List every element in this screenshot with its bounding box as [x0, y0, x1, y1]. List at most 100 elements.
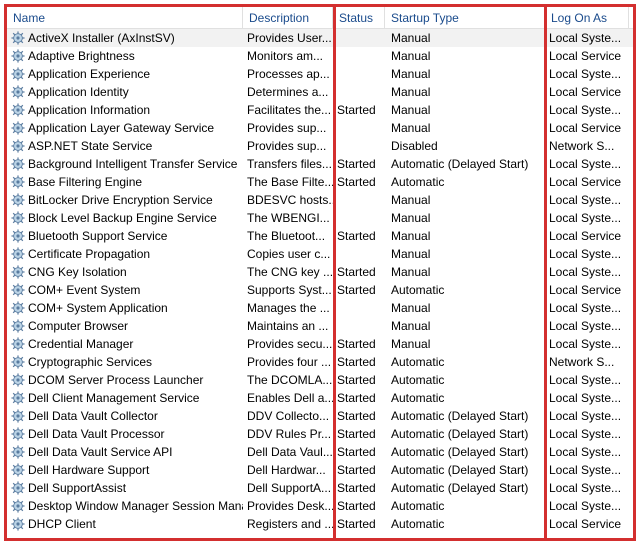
service-status: Started: [333, 173, 387, 191]
table-row[interactable]: Dell Data Vault CollectorDDV Collecto...…: [7, 407, 633, 425]
col-header-startup-type[interactable]: Startup Type: [385, 7, 545, 28]
service-name-cell[interactable]: Adaptive Brightness: [7, 47, 243, 65]
service-logon-as: Local Service: [545, 83, 627, 101]
service-logon-as: Local Syste...: [545, 317, 627, 335]
service-name-cell[interactable]: Base Filtering Engine: [7, 173, 243, 191]
service-name-cell[interactable]: ASP.NET State Service: [7, 137, 243, 155]
service-description: Dell Data Vaul...: [243, 443, 333, 461]
service-logon-as: Local Service: [545, 227, 627, 245]
service-name-cell[interactable]: Application Layer Gateway Service: [7, 119, 243, 137]
service-status: Started: [333, 497, 387, 515]
service-name-cell[interactable]: COM+ System Application: [7, 299, 243, 317]
table-row[interactable]: ActiveX Installer (AxInstSV)Provides Use…: [7, 29, 633, 47]
table-row[interactable]: Application InformationFacilitates the..…: [7, 101, 633, 119]
table-row[interactable]: Desktop Window Manager Session Mana...Pr…: [7, 497, 633, 515]
table-row[interactable]: COM+ System ApplicationManages the ...Ma…: [7, 299, 633, 317]
service-name-cell[interactable]: Background Intelligent Transfer Service: [7, 155, 243, 173]
service-name-cell[interactable]: Cryptographic Services: [7, 353, 243, 371]
table-row[interactable]: Cryptographic ServicesProvides four ...S…: [7, 353, 633, 371]
service-name-cell[interactable]: ActiveX Installer (AxInstSV): [7, 29, 243, 47]
table-row[interactable]: Dell Client Management ServiceEnables De…: [7, 389, 633, 407]
service-startup-type: Manual: [387, 263, 545, 281]
service-description: Manages the ...: [243, 299, 333, 317]
service-name-cell[interactable]: Application Experience: [7, 65, 243, 83]
service-name-cell[interactable]: Dell SupportAssist: [7, 479, 243, 497]
service-startup-type: Manual: [387, 245, 545, 263]
service-name-label: BitLocker Drive Encryption Service: [28, 191, 213, 209]
table-row[interactable]: CNG Key IsolationThe CNG key ...StartedM…: [7, 263, 633, 281]
service-description: Dell Hardwar...: [243, 461, 333, 479]
gear-icon: [11, 193, 25, 207]
col-header-status[interactable]: Status: [333, 7, 385, 28]
service-name-cell[interactable]: Credential Manager: [7, 335, 243, 353]
service-name-cell[interactable]: Bluetooth Support Service: [7, 227, 243, 245]
table-row[interactable]: Certificate PropagationCopies user c...M…: [7, 245, 633, 263]
table-row[interactable]: Computer BrowserMaintains an ...ManualLo…: [7, 317, 633, 335]
gear-icon: [11, 319, 25, 333]
service-name-cell[interactable]: CNG Key Isolation: [7, 263, 243, 281]
service-logon-as: Local Syste...: [545, 263, 627, 281]
service-name-cell[interactable]: DHCP Client: [7, 515, 243, 533]
service-name-cell[interactable]: BitLocker Drive Encryption Service: [7, 191, 243, 209]
table-row[interactable]: COM+ Event SystemSupports Syst...Started…: [7, 281, 633, 299]
table-row[interactable]: Adaptive BrightnessMonitors am...ManualL…: [7, 47, 633, 65]
table-row[interactable]: Dell SupportAssistDell SupportA...Starte…: [7, 479, 633, 497]
gear-icon: [11, 31, 25, 45]
table-row[interactable]: Dell Data Vault Service APIDell Data Vau…: [7, 443, 633, 461]
service-name-label: Computer Browser: [28, 317, 128, 335]
service-description: Provides User...: [243, 29, 333, 47]
table-row[interactable]: BitLocker Drive Encryption ServiceBDESVC…: [7, 191, 633, 209]
service-logon-as: Local Service: [545, 281, 627, 299]
col-header-logon[interactable]: Log On As: [545, 7, 629, 28]
service-status: [333, 65, 387, 83]
service-name-label: Bluetooth Support Service: [28, 227, 167, 245]
service-logon-as: Local Syste...: [545, 209, 627, 227]
table-row[interactable]: Dell Hardware SupportDell Hardwar...Star…: [7, 461, 633, 479]
service-name-cell[interactable]: Application Identity: [7, 83, 243, 101]
service-name-cell[interactable]: Application Information: [7, 101, 243, 119]
gear-icon: [11, 157, 25, 171]
table-row[interactable]: Application Layer Gateway ServiceProvide…: [7, 119, 633, 137]
service-logon-as: Local Service: [545, 119, 627, 137]
service-name-cell[interactable]: Dell Data Vault Collector: [7, 407, 243, 425]
service-startup-type: Automatic (Delayed Start): [387, 425, 545, 443]
service-name-cell[interactable]: Block Level Backup Engine Service: [7, 209, 243, 227]
service-logon-as: Local Syste...: [545, 479, 627, 497]
service-status: Started: [333, 371, 387, 389]
table-row[interactable]: Dell Data Vault ProcessorDDV Rules Pr...…: [7, 425, 633, 443]
service-startup-type: Manual: [387, 335, 545, 353]
service-name-cell[interactable]: DCOM Server Process Launcher: [7, 371, 243, 389]
service-logon-as: Network S...: [545, 137, 627, 155]
service-status: Started: [333, 101, 387, 119]
table-row[interactable]: Bluetooth Support ServiceThe Bluetoot...…: [7, 227, 633, 245]
table-row[interactable]: Block Level Backup Engine ServiceThe WBE…: [7, 209, 633, 227]
service-name-cell[interactable]: Dell Data Vault Processor: [7, 425, 243, 443]
table-row[interactable]: DCOM Server Process LauncherThe DCOMLA..…: [7, 371, 633, 389]
col-header-name[interactable]: Name: [7, 7, 243, 28]
service-name-cell[interactable]: Dell Hardware Support: [7, 461, 243, 479]
service-startup-type: Manual: [387, 227, 545, 245]
service-logon-as: Local Syste...: [545, 497, 627, 515]
table-row[interactable]: ASP.NET State ServiceProvides sup...Disa…: [7, 137, 633, 155]
service-startup-type: Manual: [387, 101, 545, 119]
gear-icon: [11, 337, 25, 351]
service-name-label: Credential Manager: [28, 335, 133, 353]
table-row[interactable]: Credential ManagerProvides secu...Starte…: [7, 335, 633, 353]
table-row[interactable]: Base Filtering EngineThe Base Filte...St…: [7, 173, 633, 191]
gear-icon: [11, 211, 25, 225]
table-row[interactable]: DHCP ClientRegisters and ...StartedAutom…: [7, 515, 633, 533]
service-name-cell[interactable]: Computer Browser: [7, 317, 243, 335]
service-name-cell[interactable]: Dell Client Management Service: [7, 389, 243, 407]
table-row[interactable]: Application ExperienceProcesses ap...Man…: [7, 65, 633, 83]
service-name-cell[interactable]: Certificate Propagation: [7, 245, 243, 263]
service-description: The Base Filte...: [243, 173, 333, 191]
table-row[interactable]: Background Intelligent Transfer ServiceT…: [7, 155, 633, 173]
service-name-cell[interactable]: Desktop Window Manager Session Mana...: [7, 497, 243, 515]
service-name-cell[interactable]: COM+ Event System: [7, 281, 243, 299]
col-header-description[interactable]: Description: [243, 7, 333, 28]
service-startup-type: Automatic: [387, 371, 545, 389]
service-logon-as: Local Syste...: [545, 371, 627, 389]
table-row[interactable]: Application IdentityDetermines a...Manua…: [7, 83, 633, 101]
gear-icon: [11, 121, 25, 135]
service-name-cell[interactable]: Dell Data Vault Service API: [7, 443, 243, 461]
